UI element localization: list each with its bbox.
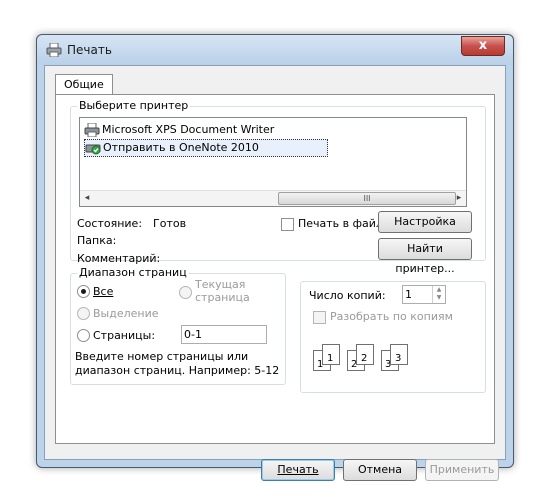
range-selection-label: Выделение [93,307,159,320]
range-pages-label[interactable]: Страницы: [93,329,155,342]
scrollbar-thumb[interactable]: III [278,192,456,205]
page-range-group: Диапазон страниц Все Текущая страница Вы… [70,266,286,385]
settings-button[interactable]: Настройка [378,211,472,233]
collate-page-icon: 1 [322,344,340,365]
printer-name: Microsoft XPS Document Writer [102,123,275,136]
print-to-file-checkbox[interactable] [281,218,294,231]
default-printer-check-icon [85,144,101,155]
title-bar[interactable]: Печать x [37,35,513,65]
copies-group: Число копий: 1 ▲ ▼ Разобрать по копиям 1… [300,281,486,393]
apply-button-label: Применить [429,463,495,476]
close-icon: x [478,38,488,53]
collate-label: Разобрать по копиям [330,310,453,323]
spin-up-icon[interactable]: ▲ [433,286,445,294]
collate-illustration: 1 1 2 2 3 3 [313,340,423,380]
range-hint: Введите номер страницы или диапазон стра… [75,350,280,377]
copies-spinner[interactable]: ▲ ▼ [432,286,445,303]
printer-icon [84,123,100,137]
printer-group-label: Выберите принтер [77,99,191,112]
copies-label: Число копий: [309,289,386,302]
spin-down-icon[interactable]: ▼ [433,294,445,302]
scrollbar-grip: III [363,194,371,203]
page-range-group-label: Диапазон страниц [77,266,189,279]
printer-item-xps[interactable]: Microsoft XPS Document Writer [84,122,274,138]
printer-icon [46,43,62,57]
scroll-left-arrow-icon[interactable]: ◂ [80,192,94,205]
printer-item-onenote[interactable]: Отправить в OneNote 2010 [84,139,328,157]
tab-general[interactable]: Общие [55,74,113,95]
print-button-label: Печать [277,463,319,476]
cancel-button-label: Отмена [357,463,403,476]
apply-button[interactable]: Применить [425,459,499,481]
printer-name: Отправить в OneNote 2010 [103,141,259,154]
comment-label: Комментарий: [77,252,161,265]
range-all-radio[interactable] [77,285,90,298]
print-button[interactable]: Печать [261,459,335,481]
scroll-right-arrow-icon[interactable]: ▸ [452,192,466,205]
range-current-radio[interactable] [179,286,192,299]
collate-page-icon: 3 [390,344,408,365]
settings-button-label: Настройка [394,215,456,228]
collate-checkbox[interactable] [313,311,326,324]
find-printer-button-label: Найти принтер... [395,242,455,275]
copies-input[interactable]: 1 ▲ ▼ [402,285,446,304]
horizontal-scrollbar[interactable]: ◂ III ▸ [80,190,466,206]
cancel-button[interactable]: Отмена [343,459,417,481]
status-value: Готов [153,217,187,230]
tab-panel-general: Выберите принтер Microsoft XPS Document … [55,94,495,444]
range-pages-radio[interactable] [77,329,90,342]
close-button[interactable]: x [461,36,505,56]
range-selection-radio[interactable] [77,307,90,320]
window-title: Печать [67,43,112,57]
pages-input[interactable]: 0-1 [181,325,267,344]
range-all-label[interactable]: Все [93,285,113,298]
collate-page-icon: 2 [356,344,374,365]
print-to-file-label[interactable]: Печать в файл [298,217,383,230]
find-printer-button[interactable]: Найти принтер... [378,238,472,275]
copies-value: 1 [405,288,412,301]
printer-group: Выберите принтер Microsoft XPS Document … [70,99,486,275]
printer-list[interactable]: Microsoft XPS Document Writer Отправить … [79,117,467,207]
dialog-client-area: Общие Выберите принтер Microsoft XPS Doc… [44,65,506,481]
print-dialog: Печать x Общие Выберите принтер Microsof [36,34,514,481]
folder-label: Папка: [77,234,117,247]
status-label: Состояние: [77,217,143,230]
range-current-label: Текущая страница [195,278,250,304]
